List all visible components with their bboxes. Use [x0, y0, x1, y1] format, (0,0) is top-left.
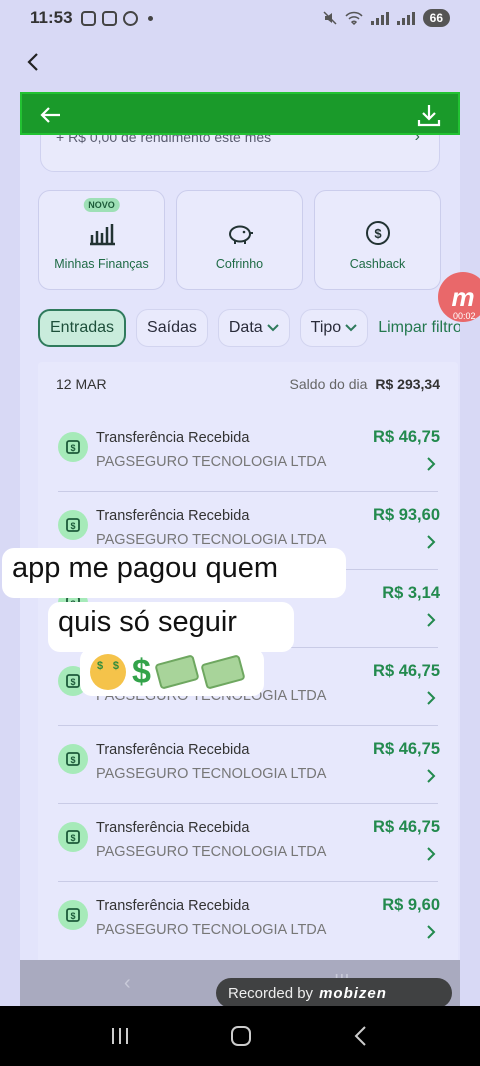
transaction-amount: R$ 46,75	[373, 662, 440, 680]
tile-label: Cofrinho	[215, 257, 264, 271]
transaction-row[interactable]: $ Transferência Recebida PAGSEGURO TECNO…	[38, 726, 458, 804]
more-notifications-icon	[147, 15, 153, 21]
transaction-title: Transferência Recebida	[96, 820, 250, 836]
app-header-bar	[20, 92, 460, 135]
transaction-subtitle: PAGSEGURO TECNOLOGIA LTDA	[96, 844, 327, 860]
transfer-icon: $	[58, 510, 88, 540]
money-with-wings-icon	[154, 654, 200, 690]
transaction-row[interactable]: $ Transferência Recebida PAGSEGURO TECNO…	[38, 804, 458, 882]
download-icon[interactable]	[416, 102, 442, 128]
svg-text:$: $	[70, 677, 75, 687]
money-mouth-face-icon	[90, 654, 126, 690]
instagram-icon	[80, 10, 96, 26]
svg-text:$: $	[70, 755, 75, 765]
chevron-right-icon	[427, 691, 436, 705]
signal-icon	[370, 11, 389, 25]
transaction-row[interactable]: $ Transferência Recebida PAGSEGURO TECNO…	[38, 414, 458, 492]
transaction-amount: R$ 46,75	[373, 428, 440, 446]
transaction-title: Transferência Recebida	[96, 742, 250, 758]
chevron-right-icon	[427, 847, 436, 861]
dollar-sign-icon: $	[132, 652, 151, 691]
chevron-down-icon	[266, 324, 279, 332]
new-badge: NOVO	[83, 198, 120, 212]
tile-label: Cashback	[349, 257, 406, 271]
clear-filters-link[interactable]: Limpar filtros	[378, 319, 460, 337]
chart-bars-icon	[89, 224, 115, 246]
day-saldo-value: R$ 293,34	[375, 376, 440, 392]
transfer-icon: $	[58, 822, 88, 852]
wifi-icon	[345, 11, 363, 25]
back-nav-icon: ‹	[124, 972, 131, 994]
chevron-right-icon	[427, 925, 436, 939]
filter-label: Tipo	[310, 319, 342, 336]
recorded-by-watermark: Recorded by mobizen	[216, 978, 452, 1008]
tile-cashback[interactable]: $ Cashback	[314, 190, 441, 290]
tile-minhas-financas[interactable]: NOVO Minhas Finanças	[38, 190, 165, 290]
home-icon[interactable]	[229, 1024, 253, 1048]
piggy-bank-icon	[228, 225, 253, 244]
system-nav-bar	[0, 1006, 480, 1066]
instagram-icon	[101, 10, 117, 26]
chevron-right-icon	[427, 535, 436, 549]
svg-text:$: $	[70, 833, 75, 843]
filter-saidas[interactable]: Saídas	[136, 309, 208, 347]
caption-emojis: $	[80, 648, 264, 696]
svg-text:$: $	[374, 226, 382, 241]
arrow-left-icon[interactable]	[38, 102, 64, 128]
chevron-left-icon[interactable]	[22, 50, 46, 74]
svg-text:$: $	[70, 443, 75, 453]
transaction-subtitle: PAGSEGURO TECNOLOGIA LTDA	[96, 532, 327, 548]
cashback-icon: $	[365, 221, 390, 245]
filter-bar: Entradas Saídas Data Tipo Limpar filtros	[38, 309, 460, 347]
whatsapp-icon	[122, 10, 138, 26]
filter-data[interactable]: Data	[217, 309, 290, 347]
mobizen-logo: mobizen	[319, 984, 387, 1002]
transfer-icon: $	[58, 432, 88, 462]
status-indicators: 66	[323, 9, 450, 27]
transaction-title: Transferência Recebida	[96, 430, 250, 446]
chevron-right-icon	[427, 769, 436, 783]
recorded-label: Recorded by	[228, 984, 314, 1002]
transfer-icon: $	[58, 900, 88, 930]
transaction-amount: R$ 93,60	[373, 506, 440, 524]
transfer-icon: $	[58, 744, 88, 774]
signal-icon	[396, 11, 415, 25]
battery-indicator: 66	[422, 9, 450, 27]
day-saldo-label: Saldo do dia	[289, 376, 368, 392]
transaction-amount: R$ 46,75	[373, 740, 440, 758]
shortcut-tiles: NOVO Minhas Finanças Cofrinho $ Cashback	[38, 190, 441, 290]
notification-icons	[80, 10, 153, 26]
caption-line-2: quis só seguir	[48, 602, 294, 652]
status-bar: 11:53 66	[0, 0, 480, 36]
day-date: 12 MAR	[56, 376, 107, 392]
chevron-right-icon	[427, 613, 436, 627]
back-icon[interactable]	[351, 1025, 371, 1047]
tile-cofrinho[interactable]: Cofrinho	[176, 190, 303, 290]
transaction-subtitle: PAGSEGURO TECNOLOGIA LTDA	[96, 766, 327, 782]
filter-label: Data	[228, 319, 263, 336]
svg-text:$: $	[70, 521, 75, 531]
filter-tipo[interactable]: Tipo	[299, 309, 369, 347]
transaction-amount: R$ 46,75	[373, 818, 440, 836]
chevron-right-icon	[427, 457, 436, 471]
transaction-amount: R$ 3,14	[382, 584, 440, 602]
transaction-row[interactable]: $ Transferência Recebida PAGSEGURO TECNO…	[38, 882, 458, 960]
recording-time: 00:02	[453, 311, 476, 321]
caption-line-1: app me pagou quem	[2, 548, 346, 598]
money-with-wings-icon	[200, 654, 246, 690]
transaction-title: Transferência Recebida	[96, 898, 250, 914]
mute-icon	[323, 11, 337, 25]
transaction-subtitle: PAGSEGURO TECNOLOGIA LTDA	[96, 454, 327, 470]
filter-entradas[interactable]: Entradas	[38, 309, 127, 347]
transaction-title: Transferência Recebida	[96, 508, 250, 524]
svg-text:$: $	[70, 911, 75, 921]
transaction-amount: R$ 9,60	[382, 896, 440, 914]
tile-label: Minhas Finanças	[54, 257, 149, 271]
transaction-subtitle: PAGSEGURO TECNOLOGIA LTDA	[96, 922, 327, 938]
day-header: 12 MAR Saldo do dia R$ 293,34	[38, 362, 458, 406]
recents-icon[interactable]	[109, 1026, 131, 1046]
chevron-down-icon	[345, 324, 357, 332]
status-time: 11:53	[30, 8, 73, 27]
